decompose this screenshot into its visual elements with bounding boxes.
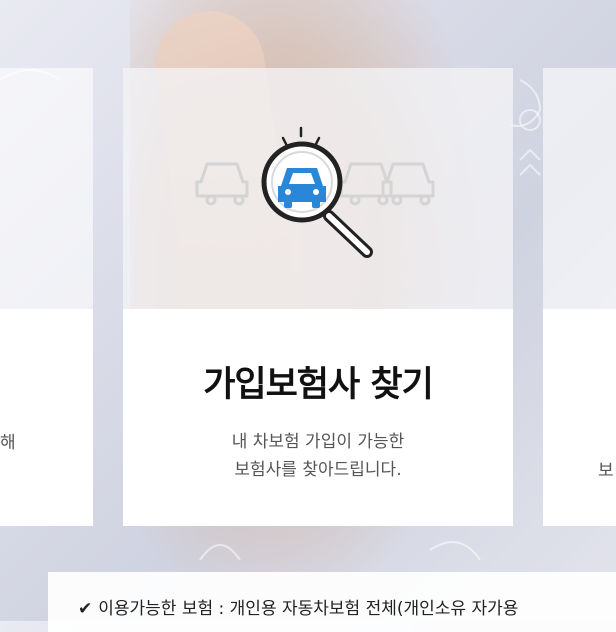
check-icon: ✔	[78, 599, 93, 619]
right-card-text-fragment: 보	[598, 461, 614, 481]
service-card-left[interactable]	[0, 68, 93, 526]
car-search-icon	[195, 120, 445, 260]
info-bar-label: 이용가능한 보험 : 개인용 자동차보험 전체(개인소유 자가용	[98, 599, 519, 619]
card-description-line: 보험사를 찾아드립니다.	[234, 460, 402, 480]
info-bar: ✔ 이용가능한 보험 : 개인용 자동차보험 전체(개인소유 자가용	[48, 572, 616, 632]
info-bar-text-row: ✔ 이용가능한 보험 : 개인용 자동차보험 전체(개인소유 자가용	[78, 594, 518, 619]
car-outline-icon	[195, 162, 249, 206]
card-title: 가입보험사 찾기	[203, 365, 434, 405]
card-description: 내 차보험 가입이 가능한 보험사를 찾아드립니다.	[123, 428, 513, 484]
find-insurer-card[interactable]: 가입보험사 찾기 내 차보험 가입이 가능한 보험사를 찾아드립니다.	[123, 68, 513, 526]
card-lower-panel	[0, 309, 93, 526]
card-description-line: 내 차보험 가입이 가능한	[231, 432, 405, 452]
card-lower-panel	[543, 309, 616, 526]
left-card-text-fragment: 해	[0, 433, 16, 453]
card-lower-panel	[123, 309, 513, 526]
